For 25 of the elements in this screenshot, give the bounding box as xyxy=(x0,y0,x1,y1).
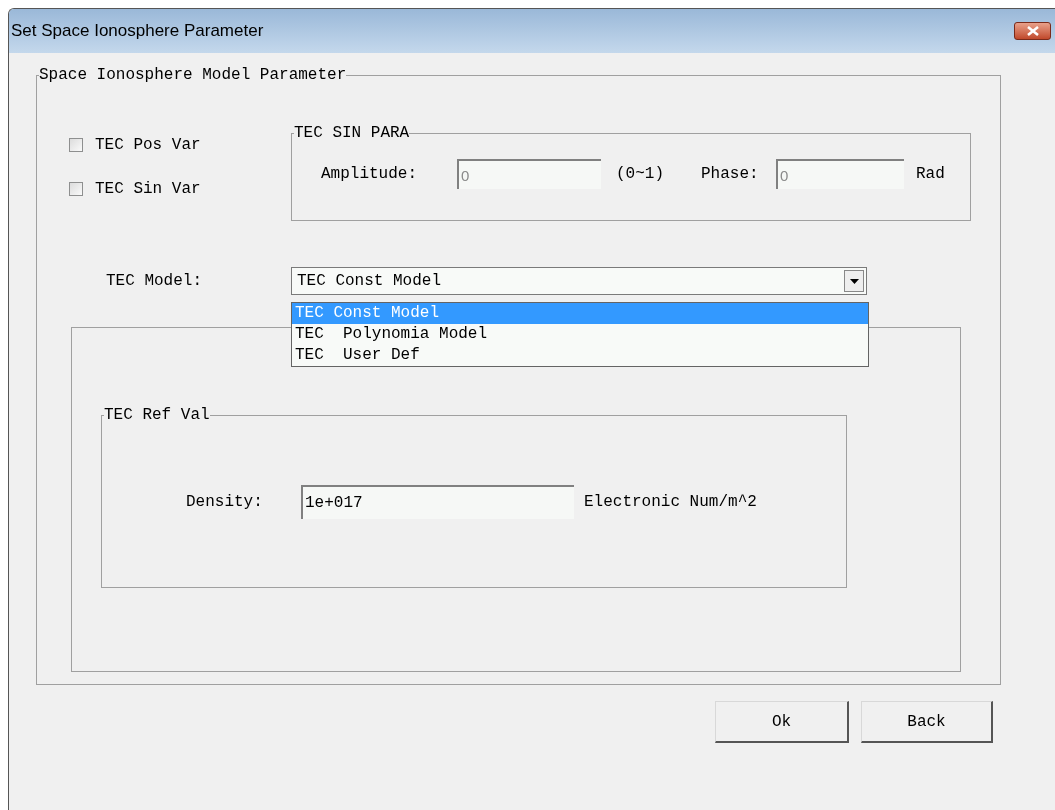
group-title: TEC SIN PARA xyxy=(294,123,410,144)
close-icon xyxy=(1026,26,1039,36)
window-title: Set Space Ionosphere Parameter xyxy=(11,20,264,43)
model-dropdown[interactable]: TEC Const Model xyxy=(291,267,867,295)
field-label: Phase: xyxy=(701,164,760,185)
field-label: Amplitude: xyxy=(321,164,418,185)
dropdown-arrow-button[interactable] xyxy=(844,270,864,292)
dropdown-option[interactable]: TEC User Def xyxy=(292,345,868,366)
checkbox[interactable] xyxy=(69,182,83,196)
dropdown-option[interactable]: TEC Polynomia Model xyxy=(292,324,868,345)
field-label: TEC Model: xyxy=(106,271,203,292)
checkbox-label: TEC Sin Var xyxy=(95,179,201,200)
unit-label: Rad xyxy=(916,164,945,185)
group-title: TEC Ref Val xyxy=(104,405,210,426)
group-title: Space Ionosphere Model Parameter xyxy=(39,65,347,86)
checkbox-label: TEC Pos Var xyxy=(95,135,201,156)
field-label: Density: xyxy=(186,492,264,513)
close-button[interactable] xyxy=(1014,22,1051,40)
unit-label: Electronic Num/m^2 xyxy=(584,492,757,513)
range-label: (0~1) xyxy=(616,164,665,185)
density-field[interactable]: 1e+017 xyxy=(301,485,574,519)
caret-icon xyxy=(849,278,859,284)
checkbox[interactable] xyxy=(69,138,83,152)
dialog-button[interactable]: Back xyxy=(861,701,993,743)
dialog-button[interactable]: Ok xyxy=(715,701,849,743)
